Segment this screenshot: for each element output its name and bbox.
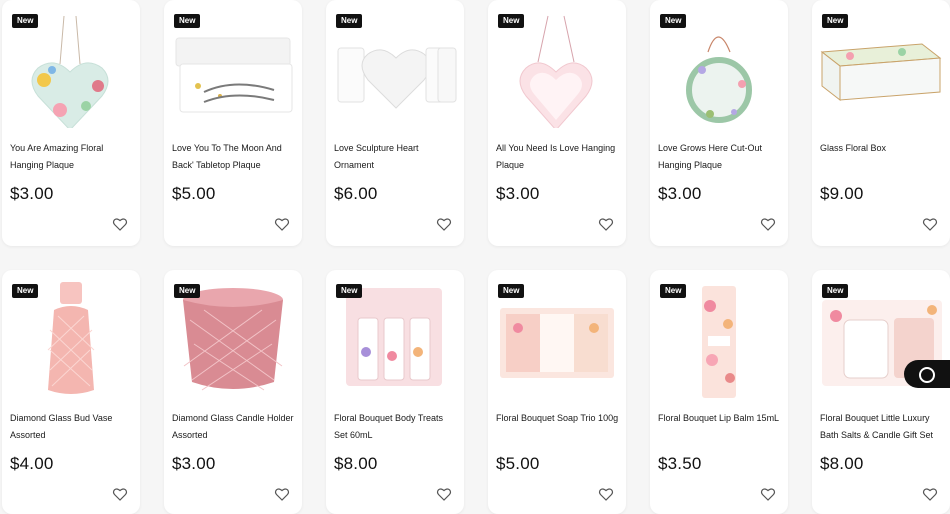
product-card[interactable]: New All You Need Is Love Hanging Plaque … — [488, 0, 626, 246]
product-price: $9.00 — [820, 184, 864, 203]
new-badge: New — [498, 14, 525, 28]
wishlist-heart-icon[interactable] — [922, 216, 938, 232]
new-badge: New — [12, 284, 39, 298]
wishlist-heart-icon[interactable] — [922, 486, 938, 502]
product-card[interactable]: New Floral Bouquet Body Treats Set 60mL … — [326, 270, 464, 514]
new-badge: New — [12, 14, 39, 28]
floating-chat-button[interactable] — [904, 360, 950, 388]
wishlist-heart-icon[interactable] — [760, 216, 776, 232]
product-card[interactable]: New You Are Amazing Floral Hanging Plaqu… — [2, 0, 140, 246]
product-price: $8.00 — [334, 454, 378, 473]
new-badge: New — [660, 284, 687, 298]
new-badge: New — [822, 14, 849, 28]
new-badge: New — [174, 14, 201, 28]
product-card[interactable]: New Diamond Glass Candle Holder Assorted… — [164, 270, 302, 514]
product-price: $3.00 — [10, 184, 54, 203]
new-badge: New — [336, 284, 363, 298]
new-badge: New — [174, 284, 201, 298]
product-name[interactable]: Diamond Glass Bud Vase Assorted — [10, 410, 134, 444]
wishlist-heart-icon[interactable] — [436, 486, 452, 502]
wishlist-heart-icon[interactable] — [598, 216, 614, 232]
product-name[interactable]: Love Sculpture Heart Ornament — [334, 140, 458, 174]
wishlist-heart-icon[interactable] — [760, 486, 776, 502]
product-card[interactable]: New Floral Bouquet Lip Balm 15mL $3.50 — [650, 270, 788, 514]
product-name[interactable]: Glass Floral Box — [820, 140, 944, 157]
chat-icon — [919, 367, 935, 383]
product-name[interactable]: You Are Amazing Floral Hanging Plaque — [10, 140, 134, 174]
product-price: $3.00 — [172, 454, 216, 473]
new-badge: New — [498, 284, 525, 298]
wishlist-heart-icon[interactable] — [112, 216, 128, 232]
product-price: $6.00 — [334, 184, 378, 203]
product-price: $3.00 — [496, 184, 540, 203]
product-name[interactable]: Floral Bouquet Lip Balm 15mL — [658, 410, 782, 427]
product-name[interactable]: Love You To The Moon And Back' Tabletop … — [172, 140, 296, 174]
wishlist-heart-icon[interactable] — [274, 486, 290, 502]
product-name[interactable]: Floral Bouquet Soap Trio 100g — [496, 410, 620, 427]
product-name[interactable]: Diamond Glass Candle Holder Assorted — [172, 410, 296, 444]
product-name[interactable]: All You Need Is Love Hanging Plaque — [496, 140, 620, 174]
product-price: $3.00 — [658, 184, 702, 203]
product-price: $8.00 — [820, 454, 864, 473]
wishlist-heart-icon[interactable] — [274, 216, 290, 232]
product-card[interactable]: New Love You To The Moon And Back' Table… — [164, 0, 302, 246]
new-badge: New — [660, 14, 687, 28]
product-name[interactable]: Love Grows Here Cut-Out Hanging Plaque — [658, 140, 782, 174]
product-card[interactable]: New Floral Bouquet Soap Trio 100g $5.00 — [488, 270, 626, 514]
product-name[interactable]: Floral Bouquet Body Treats Set 60mL — [334, 410, 458, 444]
product-price: $5.00 — [496, 454, 540, 473]
product-card[interactable]: New Glass Floral Box $9.00 — [812, 0, 950, 246]
wishlist-heart-icon[interactable] — [598, 486, 614, 502]
product-card[interactable]: New Love Grows Here Cut-Out Hanging Plaq… — [650, 0, 788, 246]
product-price: $3.50 — [658, 454, 702, 473]
wishlist-heart-icon[interactable] — [112, 486, 128, 502]
product-card[interactable]: New Diamond Glass Bud Vase Assorted $4.0… — [2, 270, 140, 514]
new-badge: New — [822, 284, 849, 298]
product-price: $4.00 — [10, 454, 54, 473]
product-name[interactable]: Floral Bouquet Little Luxury Bath Salts … — [820, 410, 944, 444]
wishlist-heart-icon[interactable] — [436, 216, 452, 232]
product-price: $5.00 — [172, 184, 216, 203]
product-card[interactable]: New Love Sculpture Heart Ornament $6.00 — [326, 0, 464, 246]
new-badge: New — [336, 14, 363, 28]
product-card[interactable]: New Floral Bouquet Little Luxury Bath Sa… — [812, 270, 950, 514]
